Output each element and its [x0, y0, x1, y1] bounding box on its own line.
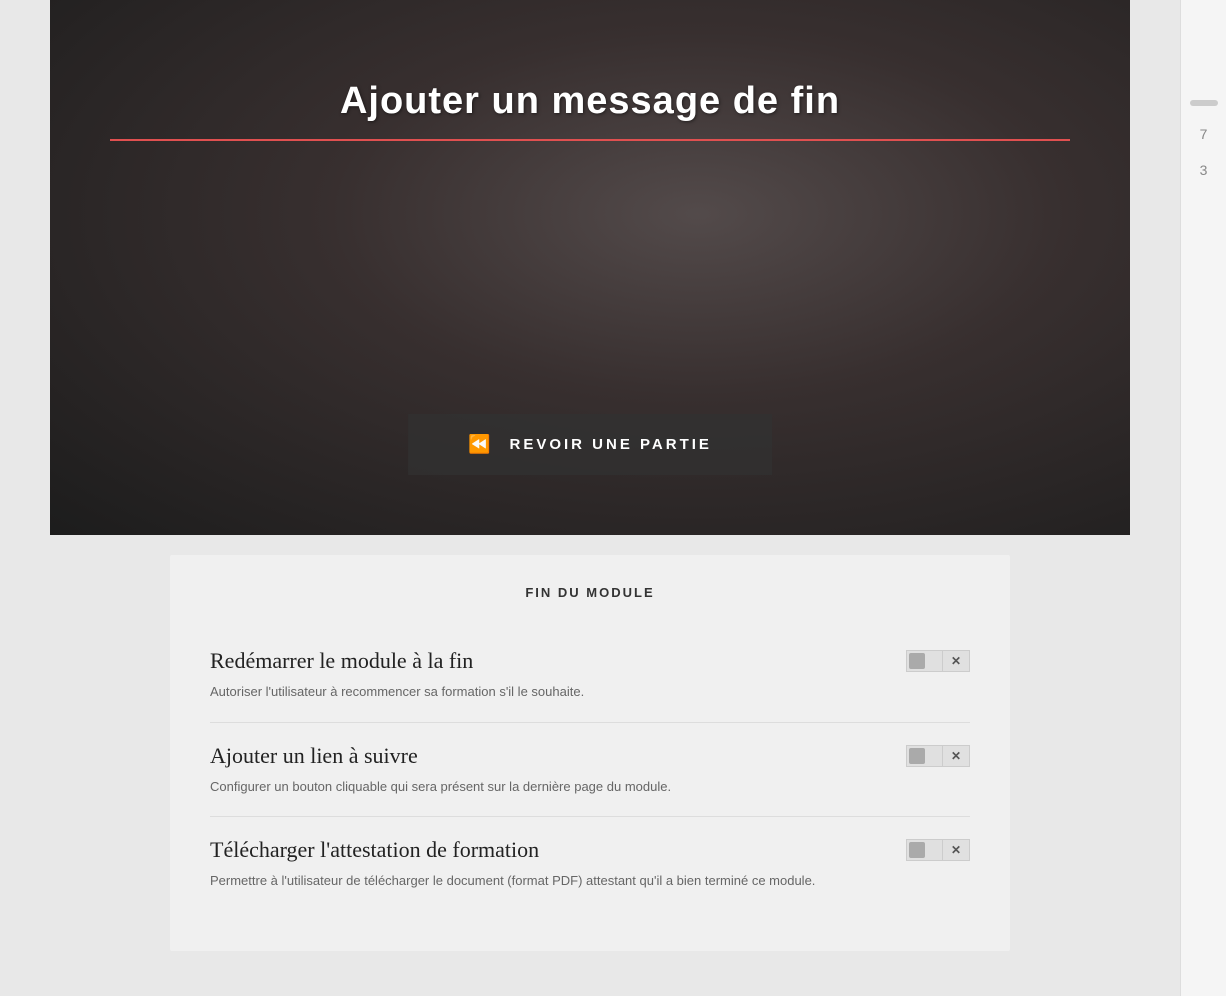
toggle-x-link[interactable]: ✕ — [942, 745, 970, 767]
settings-panel: FIN DU MODULE Redémarrer le module à la … — [170, 555, 1010, 951]
toggle-off-restart[interactable] — [906, 650, 942, 672]
setting-row-attestation: Télécharger l'attestation de formation ✕… — [210, 817, 970, 911]
toggle-off-link[interactable] — [906, 745, 942, 767]
title-area: Ajouter un message de fin — [50, 80, 1130, 141]
title-divider — [110, 139, 1070, 141]
toggle-x-restart[interactable]: ✕ — [942, 650, 970, 672]
sidebar-number-2: 3 — [1200, 162, 1208, 178]
setting-desc-attestation: Permettre à l'utilisateur de télécharger… — [210, 871, 970, 891]
sidebar-bar-top — [1190, 100, 1218, 106]
video-section: Ajouter un message de fin ⏪ REVOIR UNE P… — [50, 0, 1130, 535]
panel-section-title: FIN DU MODULE — [210, 585, 970, 600]
setting-header-link: Ajouter un lien à suivre ✕ — [210, 743, 970, 769]
setting-title-attestation: Télécharger l'attestation de formation — [210, 837, 539, 863]
sidebar-right: 7 3 — [1180, 0, 1226, 996]
setting-desc-link: Configurer un bouton cliquable qui sera … — [210, 777, 970, 797]
main-content: Ajouter un message de fin ⏪ REVOIR UNE P… — [0, 0, 1180, 996]
toggle-attestation: ✕ — [906, 839, 970, 861]
setting-header-restart: Redémarrer le module à la fin ✕ — [210, 648, 970, 674]
setting-header-attestation: Télécharger l'attestation de formation ✕ — [210, 837, 970, 863]
rewind-icon: ⏪ — [468, 434, 493, 455]
page-title: Ajouter un message de fin — [50, 80, 1130, 123]
setting-row-restart: Redémarrer le module à la fin ✕ Autorise… — [210, 628, 970, 723]
toggle-off-attestation[interactable] — [906, 839, 942, 861]
setting-row-link: Ajouter un lien à suivre ✕ Configurer un… — [210, 723, 970, 818]
revoir-button-area: ⏪ REVOIR UNE PARTIE — [408, 414, 772, 475]
revoir-button-label: REVOIR UNE PARTIE — [510, 436, 712, 453]
toggle-x-attestation[interactable]: ✕ — [942, 839, 970, 861]
toggle-restart: ✕ — [906, 650, 970, 672]
sidebar-number-1: 7 — [1200, 126, 1208, 142]
setting-title-restart: Redémarrer le module à la fin — [210, 648, 473, 674]
setting-desc-restart: Autoriser l'utilisateur à recommencer sa… — [210, 682, 970, 702]
toggle-link: ✕ — [906, 745, 970, 767]
setting-title-link: Ajouter un lien à suivre — [210, 743, 418, 769]
revoir-button[interactable]: ⏪ REVOIR UNE PARTIE — [408, 414, 772, 475]
